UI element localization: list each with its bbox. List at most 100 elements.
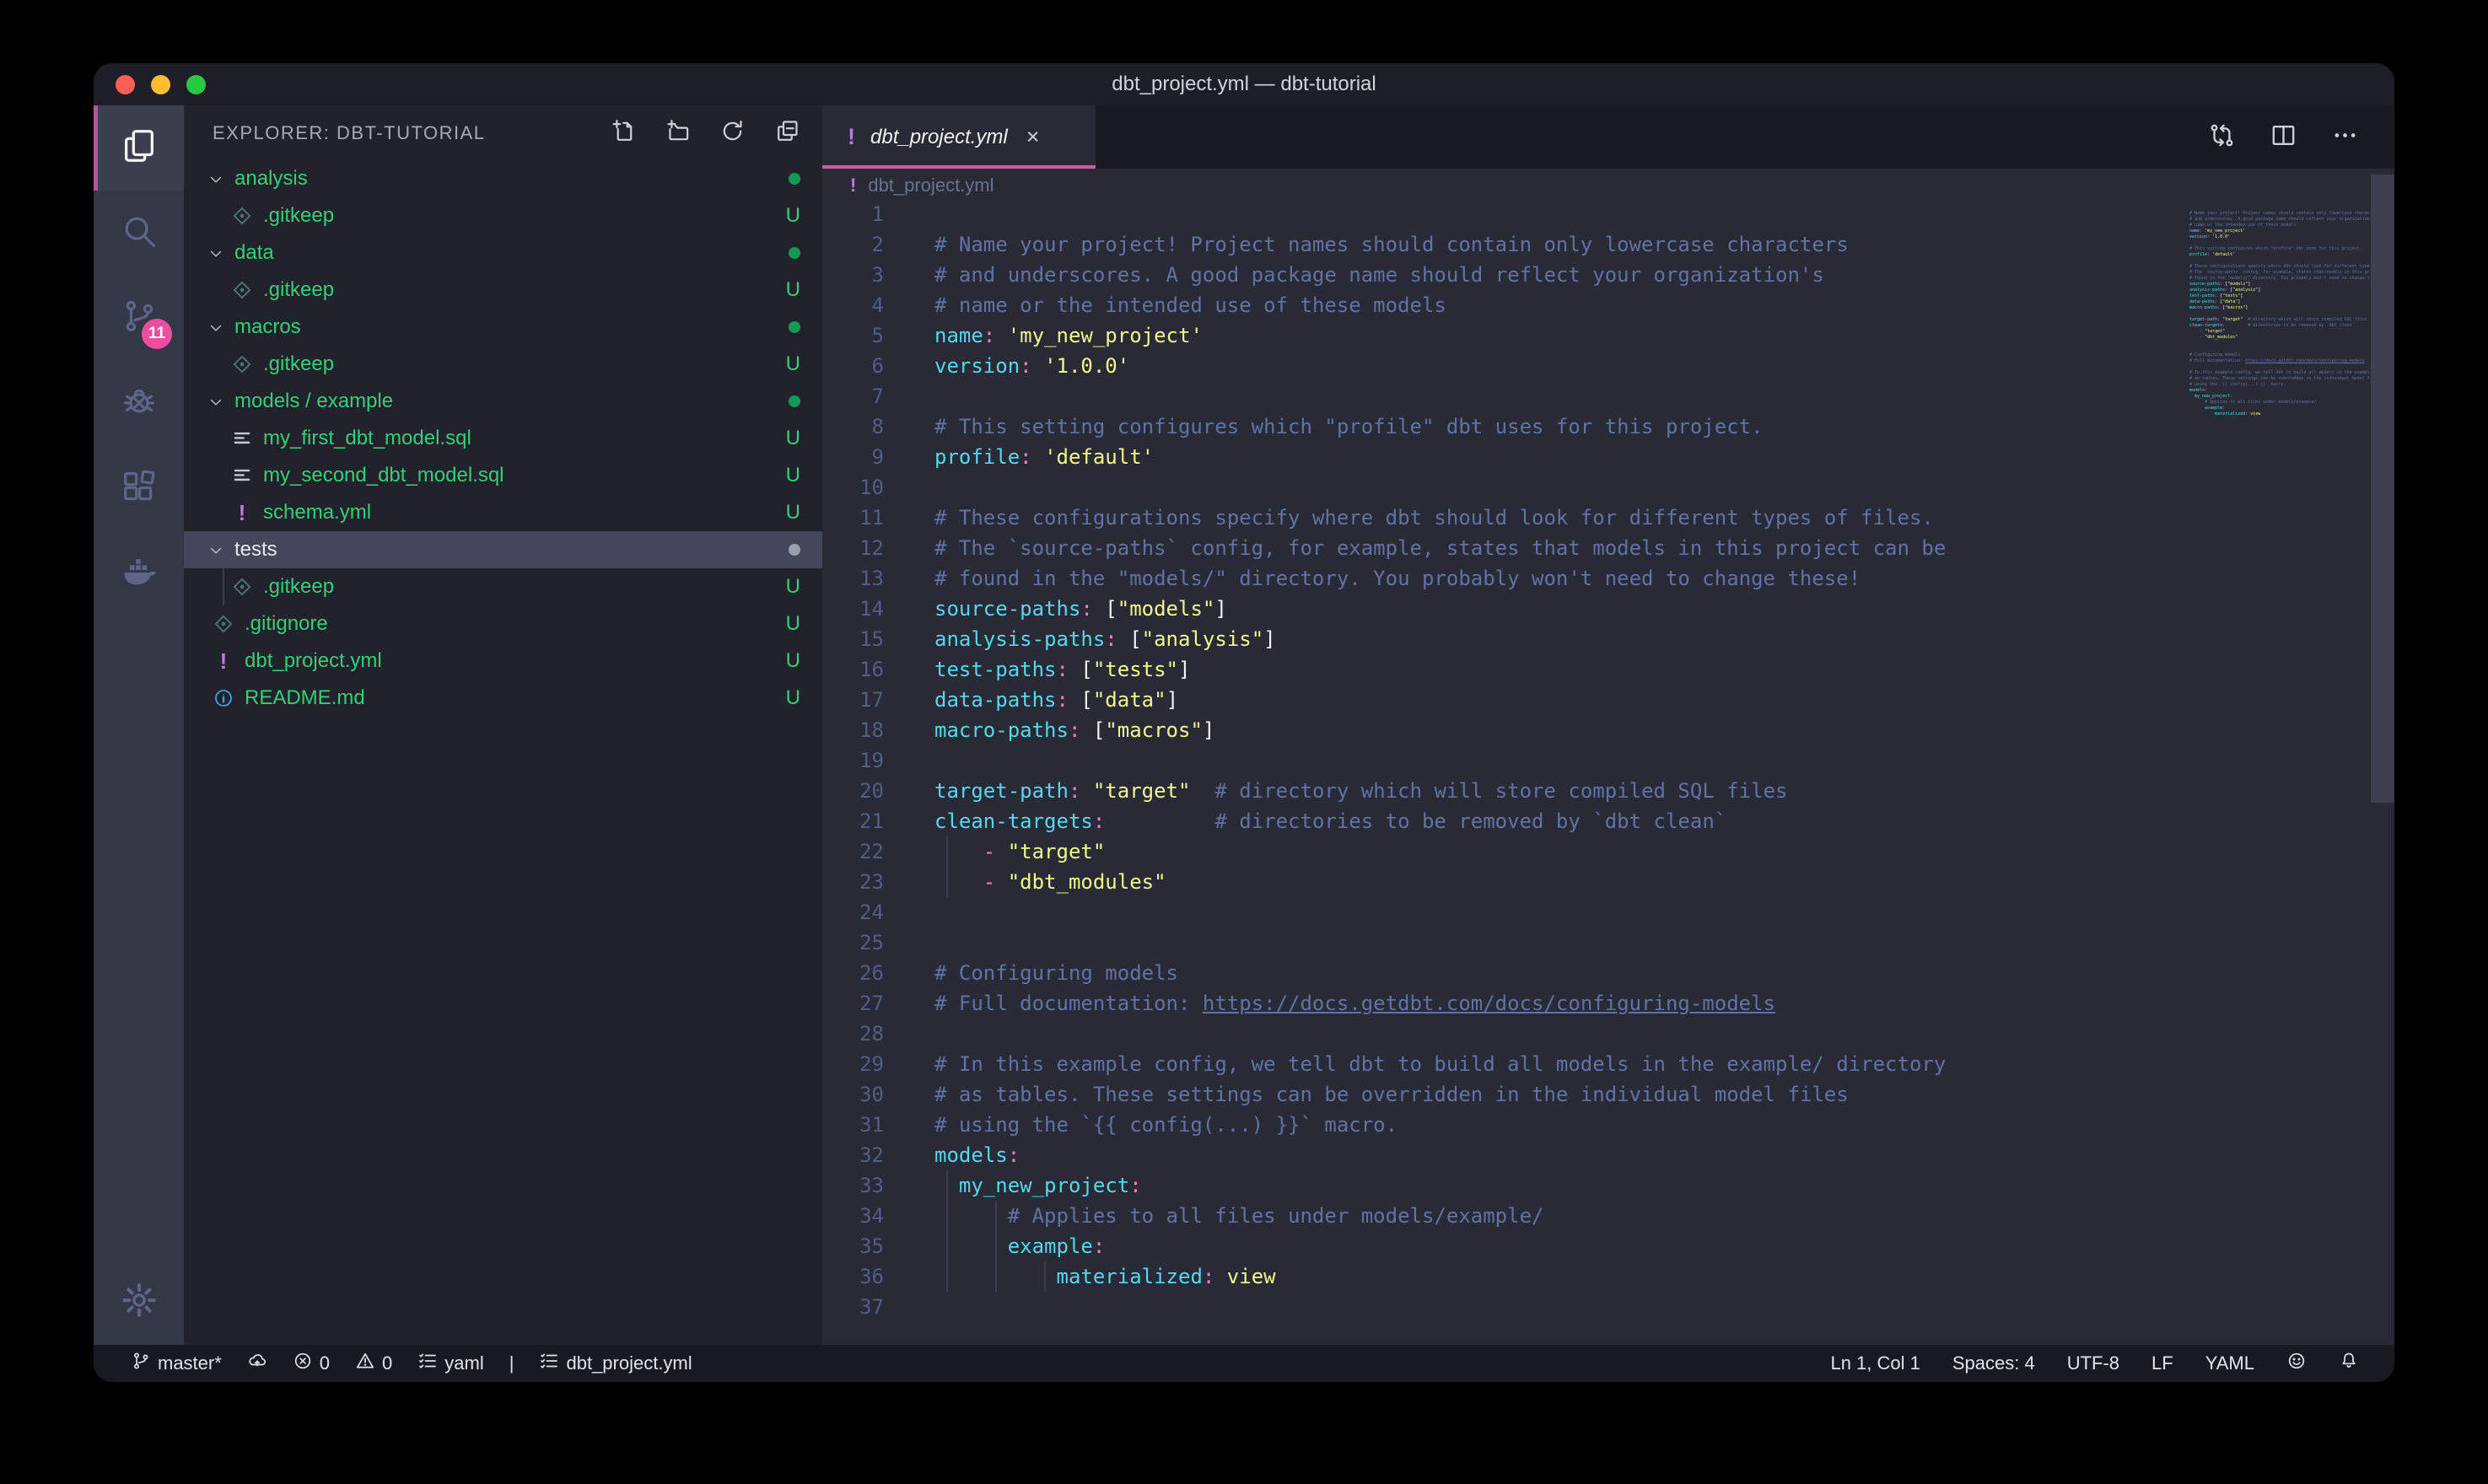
code-line[interactable]: 20target-path: "target" # directory whic… bbox=[822, 776, 2394, 806]
code-line[interactable]: 5name: 'my_new_project' bbox=[822, 320, 2394, 351]
code-line[interactable]: 26# Configuring models bbox=[822, 958, 2394, 988]
code-line[interactable]: 33 my_new_project: bbox=[822, 1170, 2394, 1201]
minimize-button[interactable] bbox=[151, 75, 170, 94]
tab-close-icon[interactable]: × bbox=[1026, 124, 1040, 150]
tree-item-my-first-dbt-model-sql[interactable]: my_first_dbt_model.sqlU bbox=[184, 420, 822, 457]
tree-item-schema-yml[interactable]: !schema.ymlU bbox=[184, 494, 822, 531]
code-line[interactable]: 34 # Applies to all files under models/e… bbox=[822, 1201, 2394, 1231]
tree-item-data[interactable]: data bbox=[184, 234, 822, 272]
status-item-sync-publish[interactable] bbox=[247, 1351, 267, 1376]
activity-item-explorer[interactable] bbox=[94, 105, 184, 191]
ellipsis-icon[interactable] bbox=[2331, 121, 2359, 153]
status-item-indentation[interactable]: Spaces: 4 bbox=[1952, 1352, 2035, 1374]
code-token: my_new_project bbox=[2195, 394, 2230, 399]
code-line[interactable]: 15analysis-paths: ["analysis"] bbox=[822, 624, 2394, 654]
code-line: # Configuring models bbox=[2188, 352, 2370, 358]
code-line[interactable]: 8# This setting configures which "profil… bbox=[822, 411, 2394, 442]
editor-scrollbar[interactable] bbox=[2371, 175, 2394, 803]
code-token: ] bbox=[1263, 627, 1275, 651]
tree-item-readme-md[interactable]: README.mdU bbox=[184, 680, 822, 717]
activity-item-docker[interactable] bbox=[94, 531, 184, 616]
tree-item-my-second-dbt-model-sql[interactable]: my_second_dbt_model.sqlU bbox=[184, 457, 822, 494]
code-token: materialized bbox=[2215, 411, 2245, 417]
activity-item-settings[interactable] bbox=[94, 1260, 184, 1345]
tree-item-models-example[interactable]: models / example bbox=[184, 383, 822, 420]
activity-item-source-control[interactable]: 11 bbox=[94, 276, 184, 361]
code-line[interactable]: 10 bbox=[822, 472, 2394, 503]
tree-item-label: .gitkeep bbox=[263, 278, 334, 302]
compare-changes-icon[interactable] bbox=[2208, 121, 2236, 153]
status-item-yaml-schema[interactable]: yaml bbox=[417, 1351, 483, 1376]
status-item-git-branch[interactable]: master* bbox=[131, 1351, 222, 1376]
code-line[interactable]: 24 bbox=[822, 897, 2394, 928]
collapse-all-icon[interactable] bbox=[774, 118, 800, 148]
status-item-eol[interactable]: LF bbox=[2151, 1352, 2173, 1374]
tree-item-gitkeep[interactable]: .gitkeepU bbox=[184, 346, 822, 383]
code-line[interactable]: 28 bbox=[822, 1019, 2394, 1049]
tree-item-analysis[interactable]: analysis bbox=[184, 160, 822, 197]
code-line[interactable]: 6version: '1.0.0' bbox=[822, 351, 2394, 381]
code-line[interactable]: 36 materialized: view bbox=[822, 1261, 2394, 1292]
status-item-encoding[interactable]: UTF-8 bbox=[2067, 1352, 2119, 1374]
status-item-warnings[interactable]: 0 bbox=[355, 1351, 392, 1376]
status-item-cursor-position[interactable]: Ln 1, Col 1 bbox=[1830, 1352, 1920, 1374]
zoom-button[interactable] bbox=[186, 75, 206, 94]
tree-item-gitkeep[interactable]: .gitkeepU bbox=[184, 272, 822, 309]
code-line[interactable]: 32models: bbox=[822, 1140, 2394, 1170]
tab-dbt-project-yml[interactable]: ! dbt_project.yml × bbox=[822, 105, 1096, 169]
code-line[interactable]: 27# Full documentation: https://docs.get… bbox=[822, 988, 2394, 1019]
refresh-icon[interactable] bbox=[719, 118, 746, 148]
code-line[interactable]: 16test-paths: ["tests"] bbox=[822, 654, 2394, 685]
activity-item-debug[interactable] bbox=[94, 361, 184, 446]
code-token: "data" bbox=[2222, 299, 2238, 304]
new-folder-icon[interactable] bbox=[665, 118, 691, 148]
window-title: dbt_project.yml — dbt-tutorial bbox=[1112, 73, 1376, 96]
code-line[interactable]: 3# and underscores. A good package name … bbox=[822, 260, 2394, 290]
code-line[interactable]: 12# The `source-paths` config, for examp… bbox=[822, 533, 2394, 563]
status-item-label: UTF-8 bbox=[2067, 1352, 2119, 1374]
code-line[interactable]: 9profile: 'default' bbox=[822, 442, 2394, 472]
code-line[interactable]: 23 - "dbt_modules" bbox=[822, 867, 2394, 897]
indent-guide bbox=[946, 1231, 948, 1261]
code-line[interactable]: 35 example: bbox=[822, 1231, 2394, 1261]
status-item-errors[interactable]: 0 bbox=[293, 1351, 330, 1376]
code-line[interactable]: 7 bbox=[822, 381, 2394, 411]
status-item-notifications[interactable] bbox=[2339, 1351, 2359, 1376]
code-line[interactable]: 30# as tables. These settings can be ove… bbox=[822, 1079, 2394, 1110]
new-file-icon[interactable] bbox=[610, 118, 636, 148]
tree-item-gitkeep[interactable]: .gitkeepU bbox=[184, 197, 822, 234]
code-line[interactable]: 29# In this example config, we tell dbt … bbox=[822, 1049, 2394, 1079]
activity-item-extensions[interactable] bbox=[94, 446, 184, 531]
code-line[interactable]: 13# found in the "models/" directory. Yo… bbox=[822, 563, 2394, 594]
tree-item-tests[interactable]: tests bbox=[184, 531, 822, 568]
close-button[interactable] bbox=[116, 75, 135, 94]
activity-item-search[interactable] bbox=[94, 191, 184, 276]
code-line[interactable]: 22 - "target" bbox=[822, 836, 2394, 867]
status-item-feedback[interactable] bbox=[2286, 1351, 2307, 1376]
code-line[interactable]: 11# These configurations specify where d… bbox=[822, 503, 2394, 533]
code-editor[interactable]: 12# Name your project! Project names sho… bbox=[822, 199, 2394, 1345]
status-item-language-mode[interactable]: YAML bbox=[2205, 1352, 2254, 1374]
code-line[interactable]: 1 bbox=[822, 199, 2394, 229]
code-line[interactable]: 21clean-targets: # directories to be rem… bbox=[822, 806, 2394, 836]
code-line[interactable]: 25 bbox=[822, 928, 2394, 958]
breadcrumb[interactable]: ! dbt_project.yml bbox=[822, 169, 2394, 202]
code-line[interactable]: 37 bbox=[822, 1292, 2394, 1322]
code-line: # using the `{{ config(...) }}` macro. bbox=[2188, 382, 2370, 388]
tree-item-gitignore[interactable]: .gitignoreU bbox=[184, 605, 822, 643]
code-line[interactable]: 2# Name your project! Project names shou… bbox=[822, 229, 2394, 260]
code-line[interactable]: 18macro-paths: ["macros"] bbox=[822, 715, 2394, 745]
code-line[interactable]: 4# name or the intended use of these mod… bbox=[822, 290, 2394, 320]
code-token: # Name your project! Project names shoul… bbox=[934, 233, 1849, 256]
tree-item-gitkeep[interactable]: .gitkeepU bbox=[184, 568, 822, 605]
split-editor-icon[interactable] bbox=[2270, 121, 2297, 153]
tree-item-macros[interactable]: macros bbox=[184, 309, 822, 346]
code-line[interactable]: 19 bbox=[822, 745, 2394, 776]
status-item-yaml-file[interactable]: dbt_project.yml bbox=[539, 1351, 692, 1376]
minimap[interactable]: # Name your project! Project names shoul… bbox=[2188, 205, 2370, 1345]
code-line bbox=[2188, 258, 2370, 264]
tree-item-dbt-project-yml[interactable]: !dbt_project.ymlU bbox=[184, 643, 822, 680]
code-line[interactable]: 31# using the `{{ config(...) }}` macro. bbox=[822, 1110, 2394, 1140]
code-line[interactable]: 14source-paths: ["models"] bbox=[822, 594, 2394, 624]
code-line[interactable]: 17data-paths: ["data"] bbox=[822, 685, 2394, 715]
